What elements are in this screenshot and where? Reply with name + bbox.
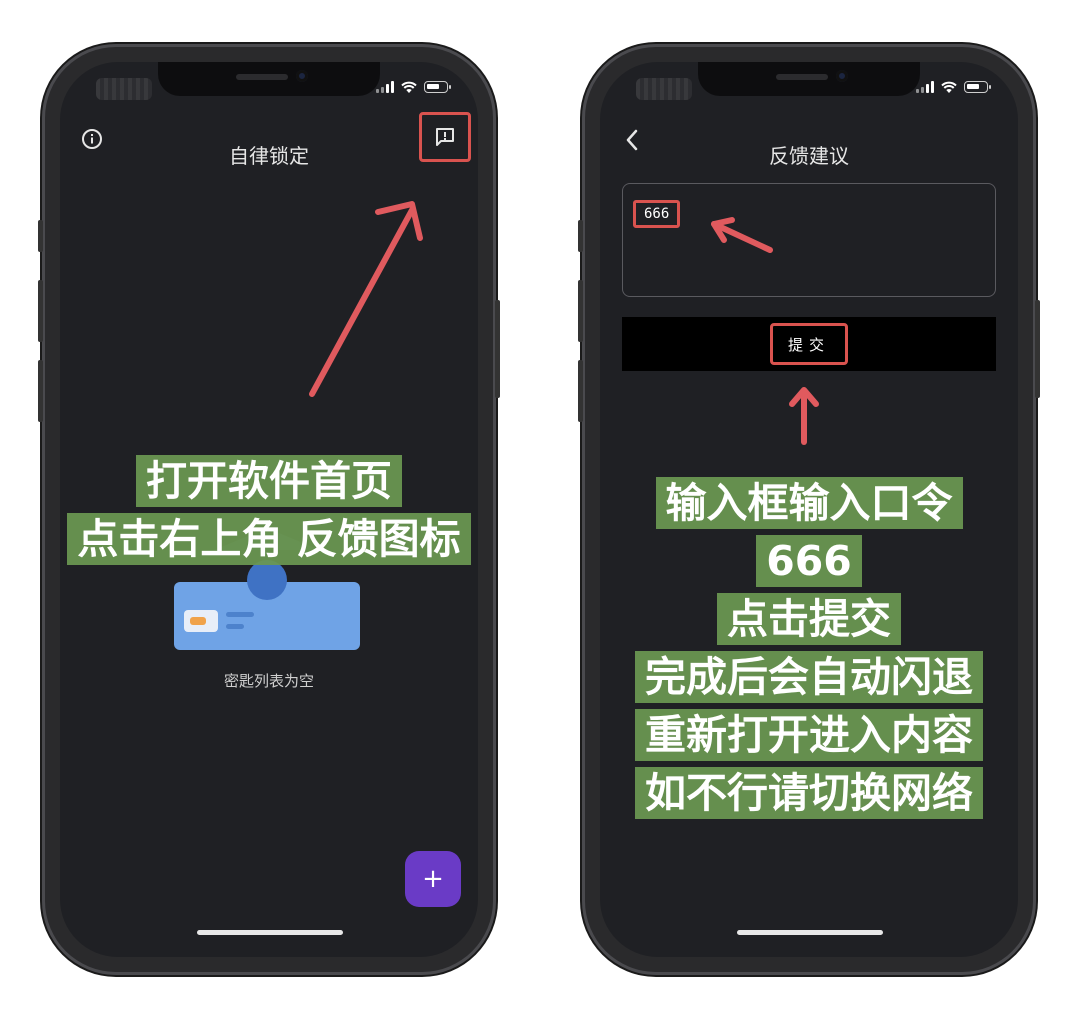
overlay-line: 输入框输入口令 (655, 477, 963, 529)
overlay-line: 完成后会自动闪退 (635, 651, 983, 703)
home-indicator (737, 930, 883, 935)
screen-feedback: 反馈建议 666 提交 输入框输入口令 666 点击提交 完成后会自动闪退 重新… (600, 62, 1018, 957)
empty-list-label: 密匙列表为空 (223, 672, 314, 690)
screen-home: 自律锁定 密匙列表为空 打开软件首页 点击右上角 反馈图标 + (60, 62, 478, 957)
overlay-line: 重新打开进入内容 (635, 709, 983, 761)
overlay-line: 打开软件首页 (136, 455, 402, 507)
phone-right: 反馈建议 666 提交 输入框输入口令 666 点击提交 完成后会自动闪退 重新… (578, 44, 1040, 975)
add-key-button[interactable]: + (405, 851, 461, 907)
arrow-annotation (789, 387, 819, 445)
plus-icon: + (422, 864, 444, 894)
instruction-overlay: 打开软件首页 点击右上角 反馈图标 (60, 452, 478, 568)
overlay-line: 如不行请切换网络 (635, 767, 983, 819)
overlay-line: 666 (756, 535, 862, 587)
overlay-line: 点击右上角 反馈图标 (67, 513, 471, 565)
phone-left: 自律锁定 密匙列表为空 打开软件首页 点击右上角 反馈图标 + (38, 44, 500, 975)
home-indicator (197, 930, 343, 935)
arrow-annotation (309, 201, 423, 397)
submit-label: 提交 (770, 323, 848, 365)
instruction-overlay: 输入框输入口令 666 点击提交 完成后会自动闪退 重新打开进入内容 如不行请切… (600, 474, 1018, 822)
overlay-line: 点击提交 (717, 593, 901, 645)
